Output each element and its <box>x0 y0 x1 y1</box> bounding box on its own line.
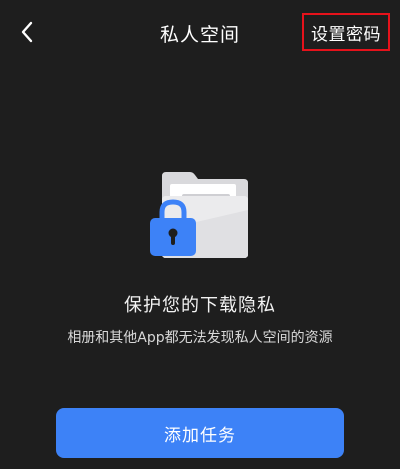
privacy-description: 相册和其他App都无法发现私人空间的资源 <box>67 330 333 346</box>
locked-folder-icon <box>148 170 252 260</box>
set-password-button[interactable]: 设置密码 <box>302 13 390 51</box>
privacy-headline: 保护您的下载隐私 <box>124 295 276 316</box>
top-bar: 私人空间 设置密码 <box>0 0 400 68</box>
add-task-button[interactable]: 添加任务 <box>56 408 344 458</box>
private-space-screen: 私人空间 设置密码 保护您的下载隐私 相册和其他App都无法发现私人空间的资源 … <box>0 0 400 469</box>
